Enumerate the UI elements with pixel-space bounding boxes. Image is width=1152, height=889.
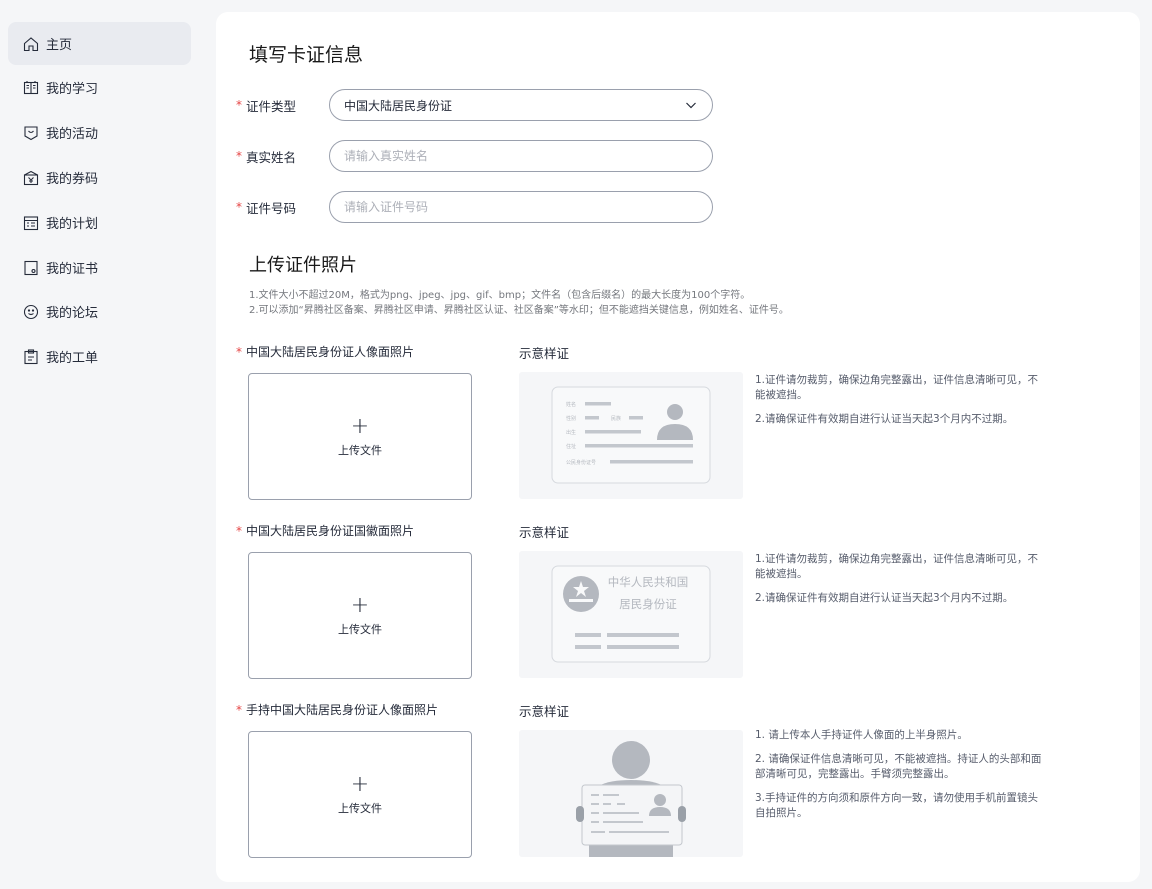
sidebar-item-activity[interactable]: 我的活动 xyxy=(8,111,191,154)
tip-item: 1.证件请勿裁剪，确保边角完整露出，证件信息清晰可见，不能被遮挡。 xyxy=(755,374,1039,401)
home-icon xyxy=(22,35,40,53)
sidebar-item-plan[interactable]: 我的计划 xyxy=(8,201,191,244)
sidebar-item-forum[interactable]: 我的论坛 xyxy=(8,290,191,333)
back-photo-label: * 中国大陆居民身份证国徽面照片 xyxy=(236,522,414,539)
front-photo-tips: 1.证件请勿裁剪，确保边角完整露出，证件信息清晰可见，不能被遮挡。 2.请确保证… xyxy=(755,373,1047,436)
name-label: 真实姓名 xyxy=(246,149,297,165)
upload-file-text: 上传文件 xyxy=(338,443,382,457)
required-mark: * xyxy=(236,703,242,717)
required-mark: * xyxy=(236,345,242,359)
required-mark: * xyxy=(236,149,242,163)
sidebar-item-ticket[interactable]: 我的工单 xyxy=(8,335,191,378)
back-photo-tips: 1.证件请勿裁剪，确保边角完整露出，证件信息清晰可见，不能被遮挡。 2.请确保证… xyxy=(755,552,1047,615)
card-field-idno: 公民身份证号 xyxy=(566,459,596,466)
card-field-ethnic: 民族 xyxy=(611,415,621,422)
back-photo-upload[interactable]: + 上传文件 xyxy=(248,552,472,679)
front-photo-label: * 中国大陆居民身份证人像面照片 xyxy=(236,343,414,360)
id-type-value: 中国大陆居民身份证 xyxy=(344,98,453,113)
handheld-photo-label-text: 手持中国大陆居民身份证人像面照片 xyxy=(246,703,439,717)
sidebar-item-label: 我的学习 xyxy=(46,82,99,97)
study-icon xyxy=(22,79,40,97)
upload-file-text: 上传文件 xyxy=(338,801,382,815)
plus-icon: + xyxy=(350,413,370,439)
sidebar: 主页 我的学习 我的活动 我的券码 我的计划 我的证书 我的论坛 我的工单 xyxy=(0,0,200,889)
forum-icon xyxy=(22,303,40,321)
main-card: 填写卡证信息 * 证件类型 中国大陆居民身份证 * 真实姓名 * 证件号码 上传… xyxy=(216,12,1140,882)
sample-id-back-image: 中华人民共和国 居民身份证 xyxy=(519,551,743,678)
card-field-birth: 出生 xyxy=(566,429,576,436)
sample-label: 示意样证 xyxy=(519,704,570,719)
name-field-wrapper xyxy=(329,140,713,172)
card-field-name: 姓名 xyxy=(566,401,576,408)
id-number-field-wrapper xyxy=(329,191,713,223)
upload-notes: 1.文件大小不超过20M，格式为png、jpeg、jpg、gif、bmp；文件名… xyxy=(249,288,789,318)
tip-item: 2.请确保证件有效期自进行认证当天起3个月内不过期。 xyxy=(755,413,1014,425)
handheld-photo-upload[interactable]: + 上传文件 xyxy=(248,731,472,858)
handheld-photo-tips: 1. 请上传本人手持证件人像面的上半身照片。 2. 请确保证件信息清晰可见，不能… xyxy=(755,728,1047,830)
sidebar-item-certificate[interactable]: 我的证书 xyxy=(8,246,191,289)
upload-note-2: 2.可以添加“昇腾社区备案、昇腾社区申请、昇腾社区认证、社区备案”等水印；但不能… xyxy=(249,305,789,316)
id-type-row: * 证件类型 中国大陆居民身份证 xyxy=(236,89,713,121)
card-title-1: 中华人民共和国 xyxy=(608,575,689,589)
ticket-icon xyxy=(22,348,40,366)
id-number-input[interactable] xyxy=(344,200,698,214)
tip-item: 3.手持证件的方向须和原件方向一致，请勿使用手机前置镜头自拍照片。 xyxy=(755,792,1039,819)
id-type-label: 证件类型 xyxy=(246,98,297,114)
coupon-icon xyxy=(22,169,40,187)
sidebar-item-label: 我的计划 xyxy=(46,217,99,232)
sample-handheld-image xyxy=(519,730,743,857)
sidebar-item-label: 我的工单 xyxy=(46,351,99,366)
page-title: 填写卡证信息 xyxy=(249,44,364,66)
sample-label: 示意样证 xyxy=(519,346,570,361)
required-mark: * xyxy=(236,200,242,214)
sample-id-front-image: 姓名 性别 民族 出生 住址 公民身份证号 xyxy=(519,372,743,499)
tip-item: 2.请确保证件有效期自进行认证当天起3个月内不过期。 xyxy=(755,592,1014,604)
sidebar-item-label: 我的活动 xyxy=(46,127,99,142)
sidebar-item-study[interactable]: 我的学习 xyxy=(8,66,191,109)
upload-note-1: 1.文件大小不超过20M，格式为png、jpeg、jpg、gif、bmp；文件名… xyxy=(249,290,751,301)
plus-icon: + xyxy=(350,592,370,618)
id-number-label: 证件号码 xyxy=(246,200,297,216)
sidebar-item-label: 主页 xyxy=(46,38,73,53)
sidebar-item-label: 我的券码 xyxy=(46,172,99,187)
activity-icon xyxy=(22,124,40,142)
card-field-sex: 性别 xyxy=(566,415,576,422)
chevron-down-icon xyxy=(684,98,698,112)
sidebar-item-label: 我的证书 xyxy=(46,262,99,277)
required-mark: * xyxy=(236,98,242,112)
back-photo-label-text: 中国大陆居民身份证国徽面照片 xyxy=(246,524,415,538)
sidebar-item-label: 我的论坛 xyxy=(46,306,99,321)
upload-section-title: 上传证件照片 xyxy=(249,255,357,276)
sidebar-item-home[interactable]: 主页 xyxy=(8,22,191,65)
name-row: * 真实姓名 xyxy=(236,140,713,172)
sidebar-item-coupon[interactable]: 我的券码 xyxy=(8,156,191,199)
handheld-photo-label: * 手持中国大陆居民身份证人像面照片 xyxy=(236,701,438,718)
card-title-2: 居民身份证 xyxy=(619,597,677,611)
card-field-address: 住址 xyxy=(566,443,576,450)
tip-item: 1. 请上传本人手持证件人像面的上半身照片。 xyxy=(755,729,968,741)
real-name-input[interactable] xyxy=(344,149,698,163)
id-type-select[interactable]: 中国大陆居民身份证 xyxy=(329,89,713,121)
required-mark: * xyxy=(236,524,242,538)
front-photo-upload[interactable]: + 上传文件 xyxy=(248,373,472,500)
upload-file-text: 上传文件 xyxy=(338,622,382,636)
tip-item: 2. 请确保证件信息清晰可见，不能被遮挡。持证人的头部和面部清晰可见，完整露出。… xyxy=(755,753,1042,780)
plan-icon xyxy=(22,214,40,232)
front-photo-label-text: 中国大陆居民身份证人像面照片 xyxy=(246,345,415,359)
plus-icon: + xyxy=(350,771,370,797)
tip-item: 1.证件请勿裁剪，确保边角完整露出，证件信息清晰可见，不能被遮挡。 xyxy=(755,553,1039,580)
certificate-icon xyxy=(22,259,40,277)
sample-label: 示意样证 xyxy=(519,525,570,540)
id-number-row: * 证件号码 xyxy=(236,191,713,223)
